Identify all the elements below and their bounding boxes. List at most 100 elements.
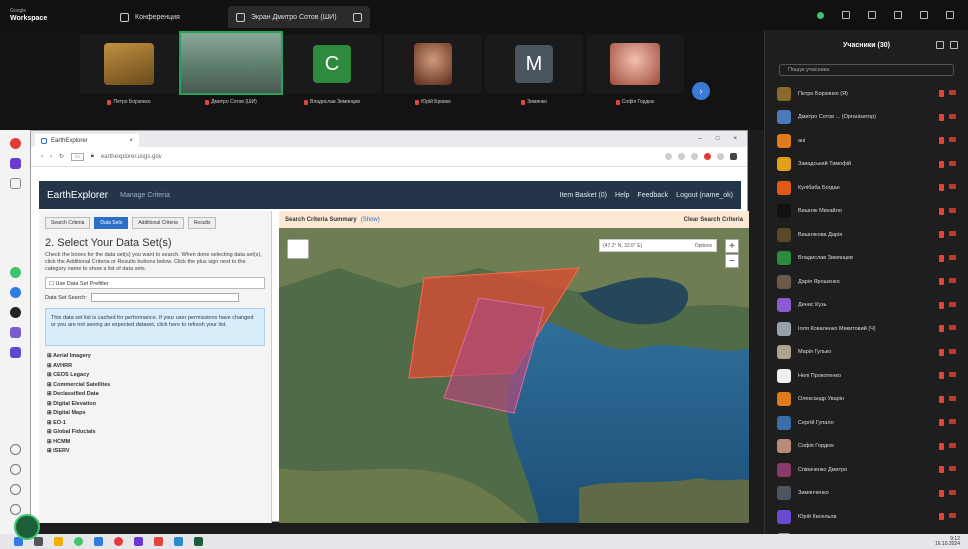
zoom-icon[interactable]	[94, 537, 103, 546]
forward-icon[interactable]: ›	[50, 154, 52, 160]
camera-off-icon[interactable]	[949, 489, 956, 495]
more-icon[interactable]	[894, 11, 902, 19]
maximize-icon[interactable]	[946, 11, 954, 19]
extension-icon[interactable]	[717, 153, 724, 160]
category-item[interactable]: ⊞ Digital Maps	[47, 409, 263, 419]
mic-muted-icon[interactable]	[939, 278, 944, 286]
share-icon[interactable]	[868, 11, 876, 19]
camera-off-icon[interactable]	[949, 325, 956, 331]
camera-off-icon[interactable]	[949, 348, 956, 354]
search-icon[interactable]	[34, 537, 43, 546]
close-icon[interactable]: ×	[129, 138, 133, 144]
video-tile[interactable]: Петро Борзянко	[80, 35, 178, 105]
url-field[interactable]: earthexplorer.usgs.gov	[101, 154, 162, 160]
item-basket-link[interactable]: Item Basket (0)	[560, 192, 607, 199]
mic-muted-icon[interactable]	[939, 325, 944, 333]
camera-off-icon[interactable]	[949, 278, 956, 284]
video-tile[interactable]: C Владислав Зимянцев	[283, 35, 381, 105]
zoom-in-button[interactable]: +	[725, 239, 739, 253]
app-icon[interactable]	[194, 537, 203, 546]
mic-muted-icon[interactable]	[939, 466, 944, 474]
camera-off-icon[interactable]	[949, 231, 956, 237]
opera-icon[interactable]	[114, 537, 123, 546]
participant-row[interactable]: Денис Кузь	[765, 294, 968, 318]
camera-off-icon[interactable]	[949, 160, 956, 166]
mic-muted-icon[interactable]	[939, 419, 944, 427]
participant-row[interactable]: Дарія Ярошенко	[765, 270, 968, 294]
participant-row[interactable]: Владислав Зимянцев	[765, 247, 968, 271]
mic-muted-icon[interactable]	[939, 90, 944, 98]
annotate-button[interactable]	[14, 514, 40, 540]
app-icon[interactable]	[134, 537, 143, 546]
profile-icon[interactable]	[730, 153, 737, 160]
popout-icon[interactable]	[352, 12, 362, 22]
participant-row[interactable]: Вишнякова Дарія	[765, 223, 968, 247]
participant-row[interactable]: Юрій Кисельов	[765, 505, 968, 529]
tab-results[interactable]: Results	[187, 217, 217, 229]
camera-off-icon[interactable]	[949, 207, 956, 213]
settings-icon[interactable]	[9, 484, 21, 495]
camera-off-icon[interactable]	[949, 513, 956, 519]
mic-muted-icon[interactable]	[939, 395, 944, 403]
reload-icon[interactable]: ↻	[59, 153, 64, 160]
app-icon[interactable]	[174, 537, 183, 546]
back-icon[interactable]: ‹	[41, 154, 43, 160]
whatsapp-icon[interactable]	[74, 537, 83, 546]
app-icon[interactable]	[154, 537, 163, 546]
mic-muted-icon[interactable]	[939, 372, 944, 380]
mic-muted-icon[interactable]	[939, 113, 944, 121]
map-view[interactable]: Search Criteria Summary (Show) Clear Sea…	[279, 211, 749, 523]
category-item[interactable]: ⊞ Commercial Satellites	[47, 381, 263, 391]
more-participants-button[interactable]: ›	[692, 82, 710, 100]
zoom-out-button[interactable]: −	[725, 254, 739, 268]
location-icon[interactable]	[9, 504, 21, 515]
video-tile[interactable]: Юрій Бровко	[384, 35, 482, 105]
participant-row[interactable]: Сергій Гупало	[765, 411, 968, 435]
history-icon[interactable]	[9, 464, 21, 475]
mic-muted-icon[interactable]	[939, 137, 944, 145]
record-icon[interactable]	[704, 153, 711, 160]
map-layers-button[interactable]	[287, 239, 309, 259]
category-item[interactable]: ⊞ AVHRR	[47, 362, 263, 372]
mic-muted-icon[interactable]	[939, 513, 944, 521]
close-icon[interactable]: ×	[733, 136, 737, 142]
mic-muted-icon[interactable]	[939, 489, 944, 497]
category-item[interactable]: ⊞ HCMM	[47, 438, 263, 448]
tab-data-sets[interactable]: Data Sets	[94, 217, 129, 229]
minimize-icon[interactable]	[920, 11, 928, 19]
edit-icon[interactable]	[842, 11, 850, 19]
participant-row[interactable]: Кулібаба Богдан	[765, 176, 968, 200]
summary-show-link[interactable]: (Show)	[361, 217, 380, 223]
files-icon[interactable]	[54, 537, 63, 546]
category-item[interactable]: ⊞ CEOS Legacy	[47, 371, 263, 381]
extension-icon[interactable]	[678, 153, 685, 160]
clear-criteria-button[interactable]: Clear Search Criteria	[684, 217, 743, 223]
satellite-map[interactable]	[279, 228, 749, 523]
camera-off-icon[interactable]	[949, 137, 956, 143]
coords-options-button[interactable]: Options	[695, 243, 716, 249]
system-clock[interactable]: 9:12 16.10.2024	[935, 536, 968, 547]
cache-notice[interactable]: This data set list is cached for perform…	[45, 308, 265, 346]
camera-off-icon[interactable]	[949, 254, 956, 260]
participant-row[interactable]: Зимянченко	[765, 482, 968, 506]
maximize-icon[interactable]: □	[716, 136, 720, 142]
minimize-icon[interactable]: –	[699, 136, 702, 142]
mic-muted-icon[interactable]	[939, 442, 944, 450]
extension-icon[interactable]	[691, 153, 698, 160]
feedback-link[interactable]: Feedback	[637, 192, 668, 199]
whatsapp-icon[interactable]	[9, 267, 21, 278]
tab-screen-share[interactable]: Экран Дмитро Сотов (ШИ)	[227, 6, 370, 28]
tab-search-criteria[interactable]: Search Criteria	[45, 217, 91, 229]
mic-muted-icon[interactable]	[939, 348, 944, 356]
camera-off-icon[interactable]	[949, 301, 956, 307]
close-icon[interactable]	[950, 41, 958, 49]
category-item[interactable]: ⊞ ISERV	[47, 447, 263, 457]
participant-row[interactable]: Софія Гордюк	[765, 435, 968, 459]
mic-muted-icon[interactable]	[939, 184, 944, 192]
tabs-icon[interactable]: ▭	[71, 152, 84, 161]
participant-row[interactable]: Вишняк Михайло	[765, 200, 968, 224]
mic-muted-icon[interactable]	[939, 160, 944, 168]
site-logo[interactable]: EarthExplorer	[39, 190, 108, 201]
tab-additional-criteria[interactable]: Additional Criteria	[132, 217, 184, 229]
logout-link[interactable]: Logout (name_ok)	[676, 192, 733, 199]
